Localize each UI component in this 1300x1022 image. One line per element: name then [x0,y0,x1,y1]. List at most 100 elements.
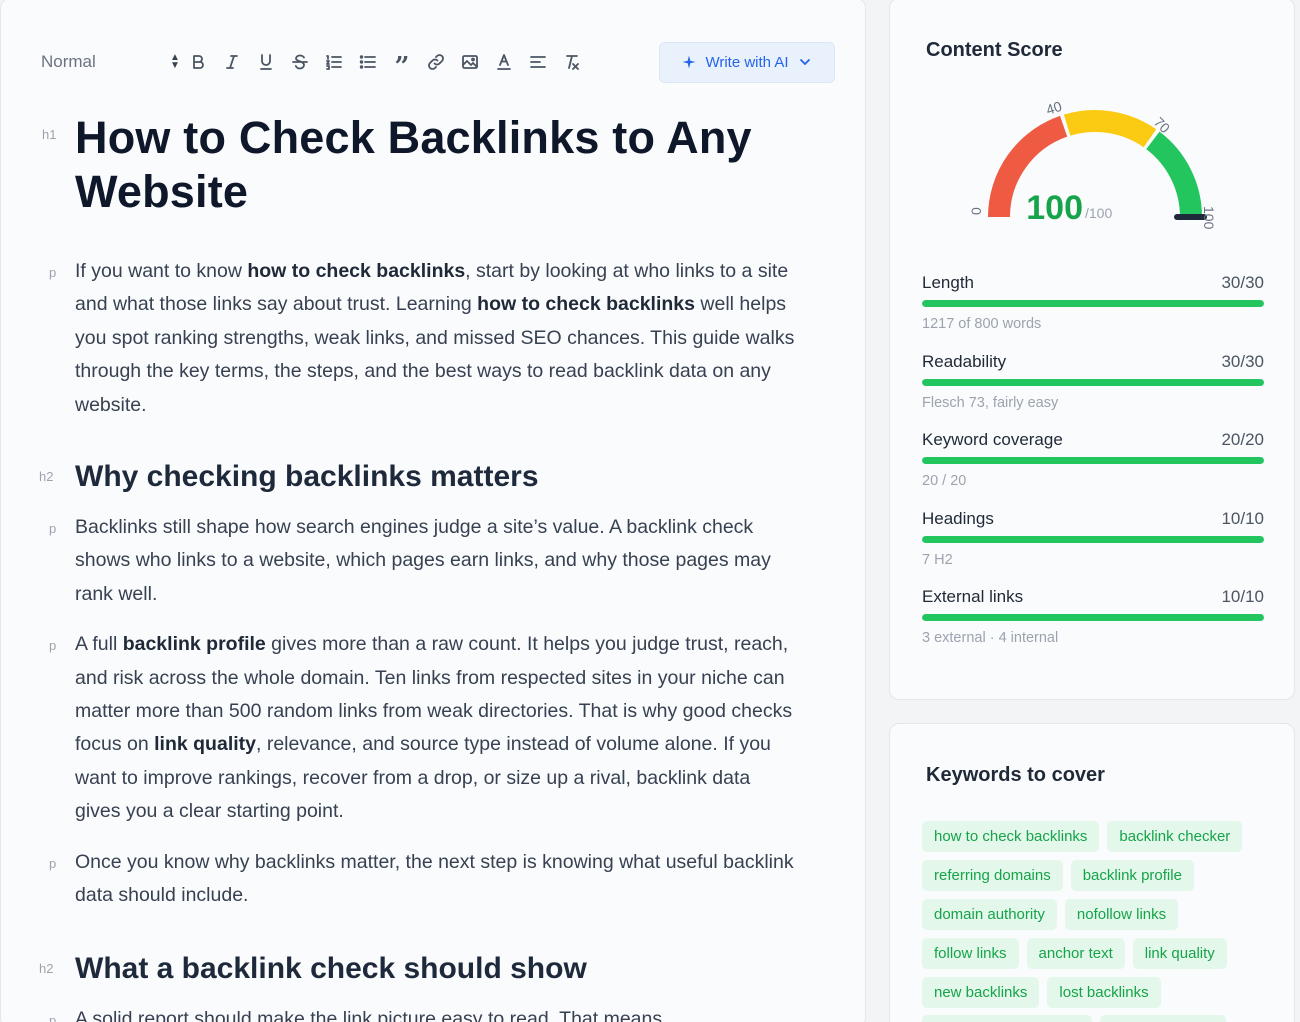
editor-toolbar: Normal ▲ ▼ ” Write with AI [41,41,835,83]
blockquote-icon[interactable]: ” [385,45,419,82]
metric-detail: 7 H2 [922,551,953,568]
keyword-chip[interactable]: nofollow links [1064,899,1179,930]
metric-progress-fill [922,457,1264,464]
metric-progress-fill [922,378,1264,386]
metric-label: Length [922,273,974,292]
gauge-segment [1063,110,1157,148]
heading-block: h2 What a backlink check should show [39,949,799,989]
select-arrows-icon: ▲ ▼ [170,52,180,71]
paragraph-5[interactable]: A solid report should make the link pict… [75,1003,799,1022]
gauge-tick-100: 100 [1201,206,1217,230]
document-content[interactable]: h1 How to Check Backlinks to Any Website… [39,111,799,1022]
italic-icon[interactable] [215,45,249,79]
metric-progress-bar [922,535,1264,543]
block-type-tag: p [49,521,57,537]
metric-detail: 3 external · 4 internal [922,630,1059,646]
block-format-label: Normal [41,52,96,71]
underline-icon[interactable] [249,45,283,79]
paragraph-block: p Once you know why backlinks matter, th… [39,846,799,913]
score-max: /100 [1085,205,1112,221]
gauge-tick-70: 70 [1151,114,1173,136]
score-gauge: 0 40 70 100 100 /100 [968,98,1217,230]
heading-why-checking[interactable]: Why checking backlinks matters [75,457,799,497]
metric-progress-fill [922,300,1264,307]
editor-panel: Normal ▲ ▼ ” Write with AI h1 How to Chec… [0,0,866,1022]
bold-icon[interactable] [181,45,215,79]
content-score-card: Content Score 0 40 70 100 100 /100 Lengt… [889,0,1295,700]
paragraph-block: p Backlinks still shape how search engin… [39,511,799,611]
link-icon[interactable] [419,45,453,79]
strikethrough-icon[interactable] [283,45,317,79]
metric-item: Headings 10/10 7 H2 [922,509,1264,588]
block-type-tag: p [49,265,57,280]
keyword-chip[interactable]: backlink checker [1107,821,1243,852]
keyword-chip[interactable]: domain authority [922,899,1057,930]
block-type-tag: h2 [39,469,54,485]
block-type-tag: p [49,638,57,654]
metric-detail: 20 / 20 [922,473,967,489]
keywords-card: Keywords to cover how to check backlinks… [889,723,1295,1022]
write-with-ai-button[interactable]: Write with AI [659,41,835,83]
keyword-chip[interactable]: backlink profile [1070,860,1194,891]
metric-value: 30/30 [1221,273,1264,292]
metric-progress-fill [922,614,1264,621]
keyword-chip[interactable]: follow links [922,938,1019,969]
paragraph-4[interactable]: Once you know why backlinks matter, the … [75,846,799,913]
block-format-select[interactable]: Normal ▲ ▼ [41,41,181,83]
paragraph-block: p A solid report should make the link pi… [39,1003,799,1022]
write-with-ai-label: Write with AI [705,53,789,71]
keyword-chip[interactable]: lost backlinks [1047,977,1161,1008]
clear-format-icon[interactable] [555,45,589,79]
align-icon[interactable] [521,45,555,79]
metric-label: Readability [922,351,1007,371]
paragraph-1[interactable]: If you want to know how to check backlin… [75,255,799,422]
content-score-title: Content Score [926,39,1063,61]
metric-detail: Flesch 73, fairly easy [922,394,1059,411]
metric-progress-bar [922,457,1264,464]
image-icon[interactable] [453,45,487,79]
metric-item: Keyword coverage 20/20 20 / 20 [922,430,1264,509]
block-type-tag: p [49,855,57,871]
keyword-chip[interactable]: how to check backlinks [922,821,1100,852]
metric-item: Readability 30/30 Flesch 73, fairly easy [922,352,1264,431]
heading-block: h2 Why checking backlinks matters [39,457,799,497]
score-metrics: Length 30/30 1217 of 800 words Readability 3… [922,273,1264,666]
keyword-chip[interactable]: referring domains [922,860,1063,891]
keywords-title: Keywords to cover [926,764,1105,786]
metric-value: 10/10 [1221,587,1264,606]
metric-detail: 1217 of 800 words [922,316,1042,332]
keyword-chip[interactable]: anchor text [1026,938,1125,969]
sparkle-icon [682,55,696,69]
metric-item: Length 30/30 1217 of 800 words [922,273,1264,352]
keyword-chips: how to check backlinks backlink checker re… [922,821,1272,1008]
metric-progress-bar [922,300,1264,307]
block-type-tag: h1 [42,127,57,142]
gauge-segment [1145,131,1202,218]
text-color-icon[interactable] [487,45,521,79]
metric-value: 20/20 [1221,430,1264,449]
block-type-tag: h2 [39,960,54,976]
metric-value: 30/30 [1221,351,1264,371]
ordered-list-icon[interactable] [317,45,351,79]
keyword-chip[interactable]: link quality [1132,938,1227,969]
paragraph-3[interactable]: A full backlink profile gives more than … [75,628,799,828]
page-title[interactable]: How to Check Backlinks to Any Website [75,111,799,219]
paragraph-2[interactable]: Backlinks still shape how search engines… [75,511,799,611]
score-value: 100 [1026,189,1083,227]
metric-label: Keyword coverage [922,430,1063,449]
gauge-tick-0: 0 [968,207,984,215]
heading-what-check-shows[interactable]: What a backlink check should show [75,949,799,989]
gauge-tick-40: 40 [1044,98,1064,118]
metric-value: 10/10 [1221,508,1264,528]
metric-label: Headings [922,508,994,528]
block-type-tag: p [49,1012,57,1022]
keyword-chip-partial [1100,1015,1226,1022]
paragraph-block: p A full backlink profile gives more tha… [39,628,799,828]
metric-item: External links 10/10 3 external · 4 intern… [922,587,1264,666]
chevron-down-icon [799,59,810,66]
title-block: h1 How to Check Backlinks to Any Website [39,111,799,219]
metric-progress-bar [922,378,1264,386]
bullet-list-icon[interactable] [351,45,385,79]
keyword-chip[interactable]: new backlinks [922,977,1040,1008]
paragraph-block: p If you want to know how to check backl… [39,255,799,422]
